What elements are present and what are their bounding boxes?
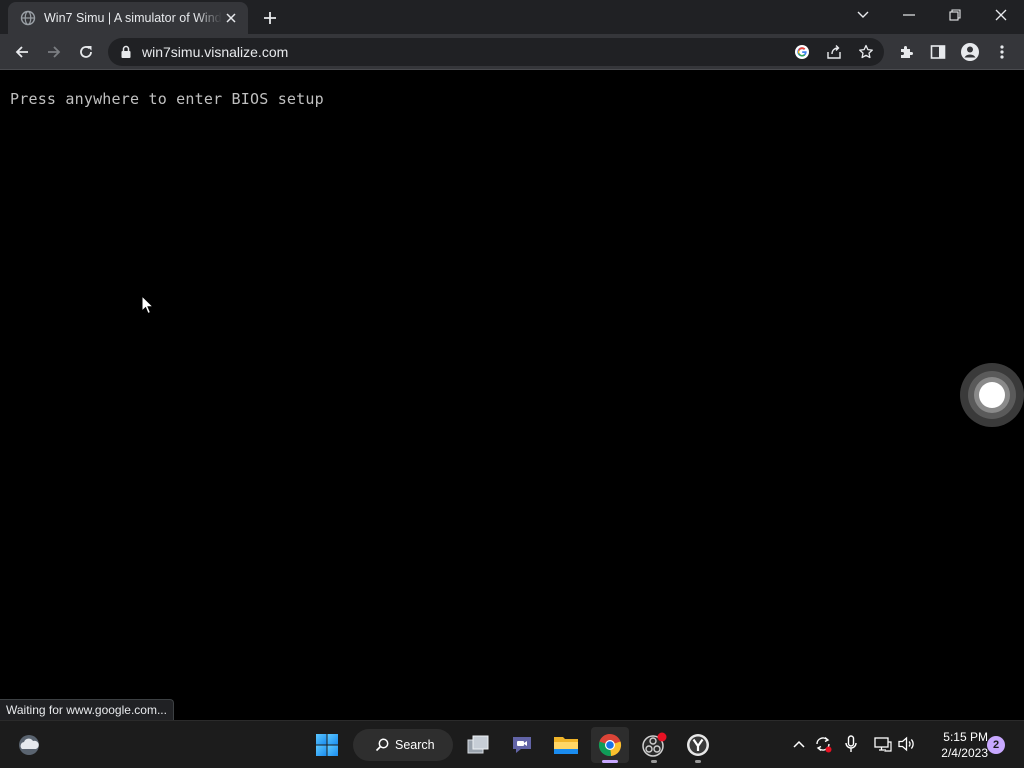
profile-icon	[961, 43, 979, 61]
microphone-icon	[845, 735, 857, 752]
url-text: win7simu.visnalize.com	[142, 44, 289, 60]
teams-chat-button[interactable]	[503, 727, 541, 763]
minimize-icon	[903, 14, 915, 16]
file-explorer-icon	[554, 737, 578, 754]
sync-icon	[816, 736, 832, 753]
bookmark-star-icon[interactable]	[856, 42, 876, 62]
minimize-button[interactable]	[886, 0, 932, 30]
taskbar-search[interactable]: Search	[353, 729, 453, 761]
clock-time: 5:15 PM	[943, 730, 988, 744]
menu-icon	[1000, 45, 1004, 59]
taskbar-clock[interactable]: 5:15 PM 2/4/2023	[924, 729, 988, 761]
restore-button[interactable]	[932, 0, 978, 30]
file-explorer-button[interactable]	[547, 727, 585, 763]
chrome-taskbar-button[interactable]	[591, 727, 629, 763]
weather-widget[interactable]	[10, 727, 48, 763]
bios-screen[interactable]: Press anywhere to enter BIOS setup Waiti…	[0, 71, 1024, 720]
taskbar: Search 5:15 PM 2/4/2023 2	[0, 720, 1024, 768]
mouse-pointer-icon	[141, 295, 155, 315]
back-button[interactable]	[8, 38, 36, 66]
running-indicator	[651, 760, 657, 763]
extensions-button[interactable]	[892, 38, 920, 66]
lock-icon[interactable]	[120, 45, 132, 59]
chevron-down-icon	[857, 11, 869, 18]
close-window-button[interactable]	[978, 0, 1024, 30]
obs-button[interactable]	[635, 727, 673, 763]
notification-count-badge[interactable]: 2	[987, 736, 1005, 754]
back-arrow-icon	[15, 46, 28, 58]
notification-dot	[657, 732, 667, 742]
plus-icon	[264, 12, 276, 24]
forward-button[interactable]	[40, 38, 68, 66]
forward-arrow-icon	[48, 46, 61, 58]
reload-icon	[80, 46, 92, 58]
volume-icon	[898, 736, 914, 752]
chevron-up-icon	[793, 740, 805, 748]
start-button[interactable]	[308, 727, 346, 763]
restore-icon	[949, 9, 961, 21]
extensions-icon	[901, 46, 913, 58]
tab-close-icon[interactable]	[222, 9, 240, 27]
show-hidden-icons-button[interactable]	[788, 733, 810, 755]
clock-date: 2/4/2023	[941, 746, 988, 760]
bios-prompt: Press anywhere to enter BIOS setup	[10, 90, 324, 108]
browser-tab[interactable]: Win7 Simu | A simulator of Windows 7	[8, 2, 248, 34]
weather-cloud-icon	[19, 735, 39, 755]
browser-tab-strip: Win7 Simu | A simulator of Windows 7	[0, 0, 1024, 34]
side-panel-button[interactable]	[924, 38, 952, 66]
close-icon	[995, 9, 1007, 21]
reload-button[interactable]	[72, 38, 100, 66]
search-label: Search	[395, 738, 435, 752]
status-bubble: Waiting for www.google.com...	[0, 699, 174, 720]
microphone-tray-button[interactable]	[840, 733, 862, 755]
sync-tray-button[interactable]	[812, 733, 834, 755]
chrome-icon	[598, 733, 622, 757]
yandex-browser-icon	[687, 734, 709, 756]
browser-toolbar: win7simu.visnalize.com	[0, 34, 1024, 70]
active-indicator	[602, 760, 618, 763]
google-lens-icon[interactable]	[792, 42, 812, 62]
obs-icon	[642, 732, 667, 757]
globe-icon	[20, 10, 36, 26]
address-bar[interactable]: win7simu.visnalize.com	[108, 38, 884, 66]
teams-chat-icon	[513, 737, 531, 753]
network-tray-button[interactable]	[872, 733, 894, 755]
tab-title: Win7 Simu | A simulator of Windows 7	[44, 11, 222, 25]
task-view-icon	[467, 735, 489, 754]
task-view-button[interactable]	[459, 727, 497, 763]
tab-search-button[interactable]	[840, 0, 886, 30]
running-indicator	[695, 760, 701, 763]
windows-start-icon	[316, 734, 338, 756]
search-icon	[375, 738, 389, 752]
assistive-touch-button[interactable]	[960, 363, 1024, 427]
profile-button[interactable]	[956, 38, 984, 66]
share-icon[interactable]	[824, 42, 844, 62]
network-icon	[874, 737, 892, 752]
side-panel-icon	[930, 45, 946, 59]
menu-button[interactable]	[988, 38, 1016, 66]
volume-tray-button[interactable]	[896, 733, 918, 755]
new-tab-button[interactable]	[258, 6, 282, 30]
yandex-browser-button[interactable]	[679, 727, 717, 763]
